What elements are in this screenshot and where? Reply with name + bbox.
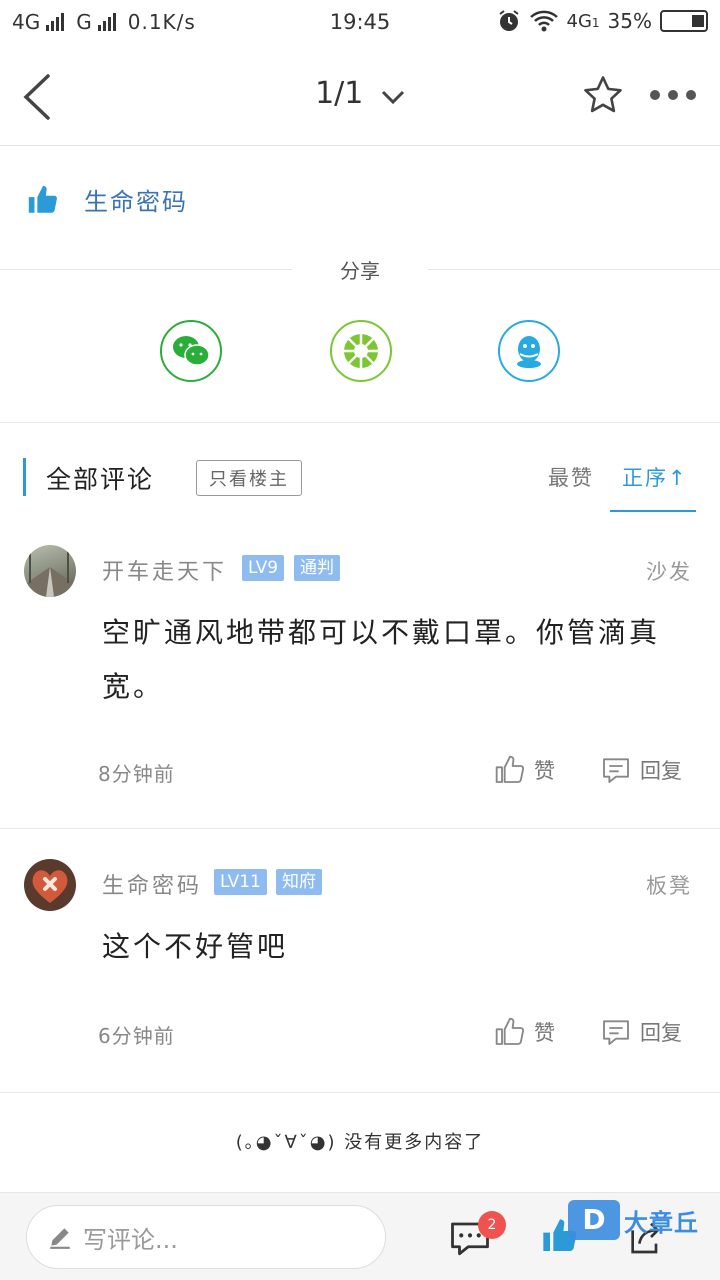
avatar-photo xyxy=(32,870,68,903)
network-label-3: 4G1 xyxy=(567,11,600,32)
qq-share-button[interactable] xyxy=(498,320,560,382)
battery-percent: 35% xyxy=(607,9,652,33)
like-label: 赞 xyxy=(534,759,555,783)
wifi-icon xyxy=(529,10,558,32)
network-label-3-text: 4G xyxy=(566,10,592,32)
battery-icon xyxy=(660,10,708,32)
only-op-filter-button[interactable]: 只看楼主 xyxy=(196,460,302,496)
comment-count-badge: 2 xyxy=(478,1211,506,1239)
wechat-share-button[interactable] xyxy=(160,320,222,382)
thumbs-up-icon xyxy=(495,755,525,783)
avatar-photo xyxy=(24,551,76,597)
chevron-down-icon xyxy=(381,77,405,112)
rank-badge: 知府 xyxy=(276,869,322,895)
comments-title: 全部评论 xyxy=(46,465,155,494)
comment-input-placeholder: 写评论... xyxy=(83,1225,178,1254)
status-bar: 4G G 0.1K/s 19:45 4G1 35% xyxy=(0,0,720,46)
like-button[interactable]: 赞 xyxy=(494,1016,555,1048)
like-label: 赞 xyxy=(534,1021,555,1045)
sim-index: 1 xyxy=(591,15,600,30)
share-targets xyxy=(0,320,720,384)
comment-input[interactable]: 写评论... xyxy=(26,1205,386,1269)
page-indicator: 1/1 xyxy=(315,76,364,111)
watermark: D 大章丘 xyxy=(568,1200,699,1240)
comment-text: 空旷通风地带都可以不戴口罩。你管滴真宽。 xyxy=(102,616,661,703)
rank-badge: 通判 xyxy=(294,555,340,581)
level-badge: LV9 xyxy=(242,555,285,581)
thumbs-up-icon xyxy=(495,1017,525,1045)
floor-label: 沙发 xyxy=(646,560,692,584)
avatar[interactable] xyxy=(24,859,76,911)
reply-button[interactable]: 回复 xyxy=(600,1016,682,1048)
comment-divider xyxy=(0,1092,720,1093)
status-right: 4G1 35% xyxy=(497,9,708,33)
active-tab-underline xyxy=(610,510,696,512)
moments-share-button[interactable] xyxy=(330,320,392,382)
favorite-star-icon[interactable] xyxy=(582,74,624,116)
username[interactable]: 开车走天下 xyxy=(102,554,227,586)
share-section: 分享 xyxy=(0,255,720,283)
reply-button[interactable]: 回复 xyxy=(600,754,682,786)
reply-icon xyxy=(603,758,629,783)
sort-by-likes-tab[interactable]: 最赞 xyxy=(548,462,594,492)
more-options-icon[interactable] xyxy=(650,90,696,100)
section-divider xyxy=(0,422,720,423)
thumbs-up-filled-icon xyxy=(28,185,57,213)
comment-time: 8分钟前 xyxy=(98,762,175,786)
top-bar: 1/1 xyxy=(0,46,720,146)
comment-text: 这个不好管吧 xyxy=(102,930,289,963)
moments-icon xyxy=(344,334,378,368)
floor-label: 板凳 xyxy=(646,874,692,898)
comment-time: 6分钟前 xyxy=(98,1024,175,1048)
username[interactable]: 生命密码 xyxy=(102,868,202,900)
avatar[interactable] xyxy=(24,545,76,597)
level-badge: LV11 xyxy=(214,869,267,895)
comment-divider xyxy=(0,828,720,829)
comment-item: 生命密码 LV11 知府 板凳 这个不好管吧 6分钟前 赞 回复 xyxy=(0,854,720,1092)
alarm-icon xyxy=(498,10,519,31)
pencil-icon xyxy=(50,1228,70,1249)
comment-item: 开车走天下 LV9 通判 沙发 空旷通风地带都可以不戴口罩。你管滴真宽。 8分钟… xyxy=(0,540,720,828)
comments-header: 全部评论 只看楼主 最赞 正序↑ xyxy=(0,450,720,516)
wechat-icon xyxy=(173,336,210,366)
sort-chronological-tab[interactable]: 正序↑ xyxy=(622,462,688,492)
like-button[interactable]: 赞 xyxy=(494,754,555,786)
liked-by-user[interactable]: 生命密码 xyxy=(84,182,188,217)
qq-icon xyxy=(517,336,541,368)
liked-by-row: 生命密码 xyxy=(26,182,188,217)
share-divider-right xyxy=(428,269,720,270)
section-accent-bar xyxy=(23,458,26,496)
watermark-logo: D xyxy=(568,1200,620,1240)
reply-label: 回复 xyxy=(640,1021,682,1045)
reply-icon xyxy=(603,1020,629,1045)
reply-label: 回复 xyxy=(640,759,682,783)
watermark-text: 大章丘 xyxy=(624,1208,699,1237)
end-of-list-message: (｡◕ˇ∀ˇ◕) 没有更多内容了 xyxy=(235,1132,485,1153)
